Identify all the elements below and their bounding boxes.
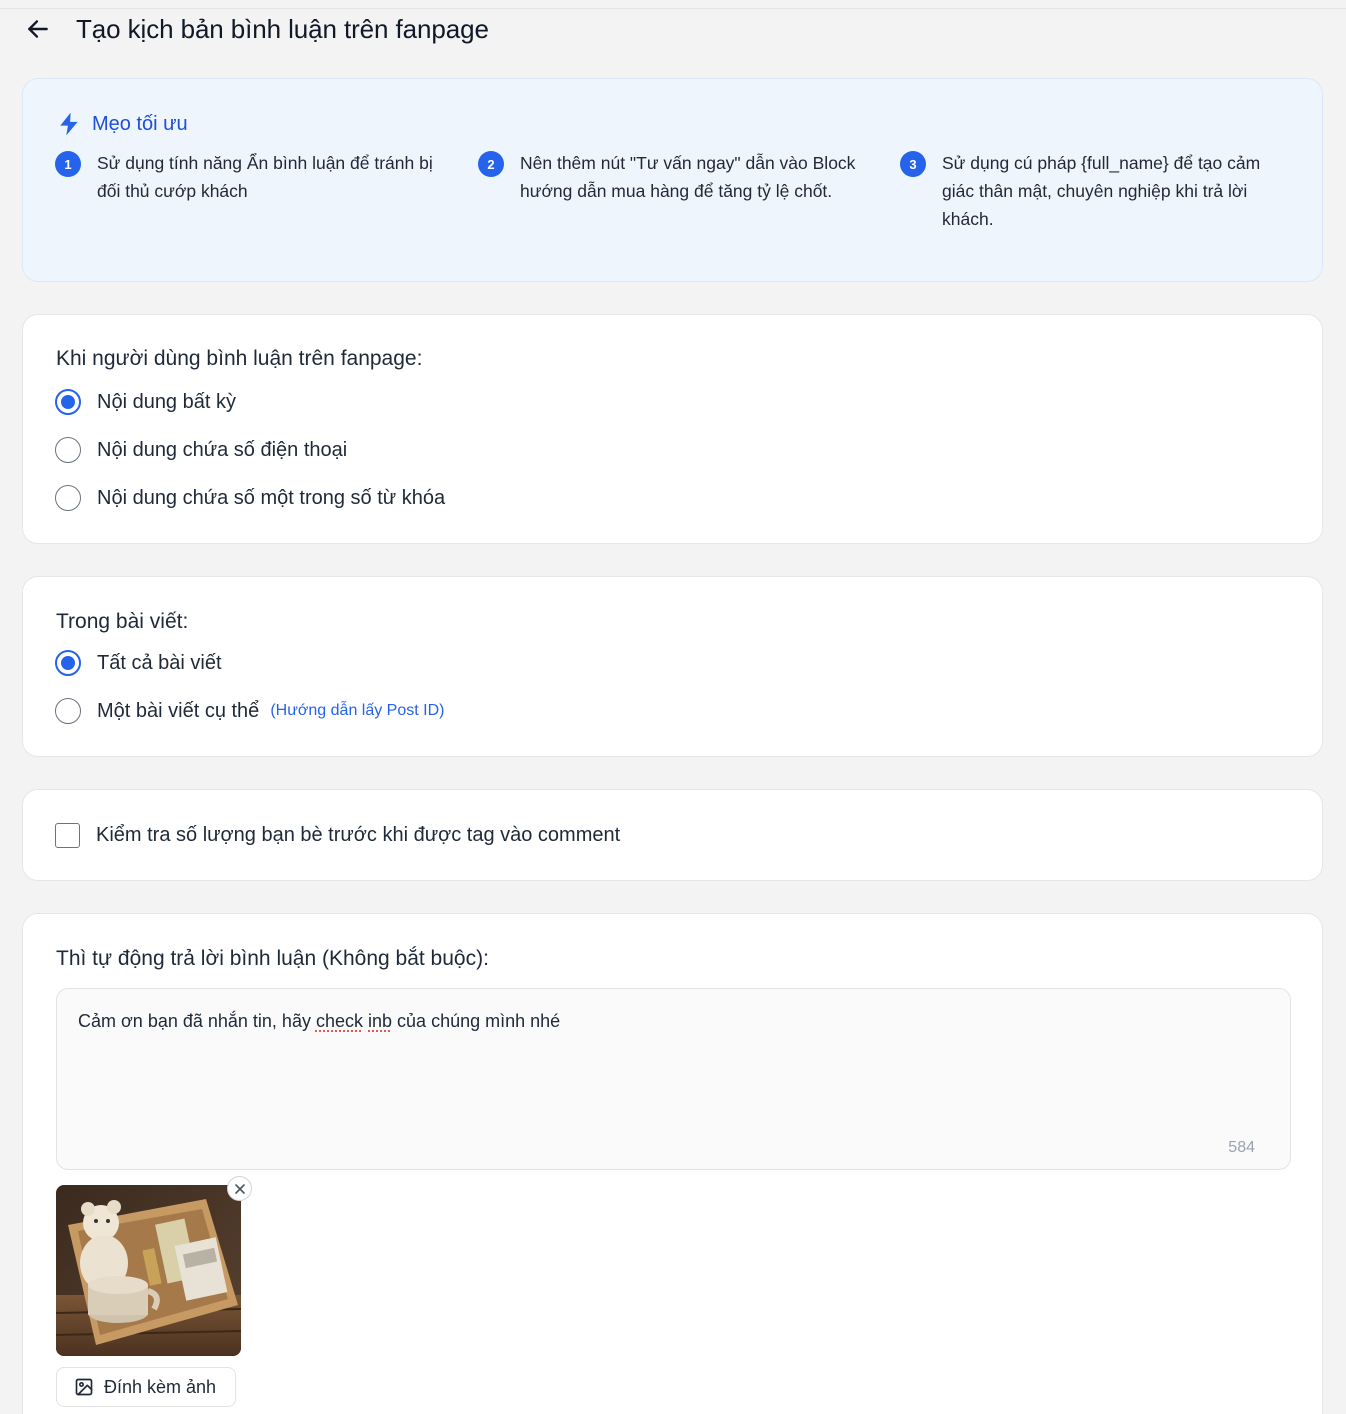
- trigger-option-phone[interactable]: Nội dung chứa số điện thoại: [55, 437, 347, 463]
- misspelled-word: check: [315, 1011, 363, 1031]
- friend-check-checkbox[interactable]: [55, 823, 80, 848]
- attach-image-button[interactable]: Đính kèm ảnh: [56, 1367, 236, 1407]
- posts-option-all[interactable]: Tất cả bài viết: [55, 650, 222, 676]
- misspelled-word: inb: [368, 1011, 393, 1031]
- trigger-option-any[interactable]: Nội dung bất kỳ: [55, 389, 236, 415]
- tip-text: Sử dụng cú pháp {full_name} để tạo cảm g…: [942, 149, 1260, 233]
- tip-text-line: khách.: [942, 209, 994, 229]
- option-label: Nội dung chứa số một trong số từ khóa: [97, 486, 446, 509]
- tips-header: Mẹo tối ưu: [56, 111, 188, 137]
- gift-box-photo: [56, 1185, 241, 1356]
- tip-number-badge: 3: [900, 151, 926, 177]
- tip-text-line: hướng dẫn mua hàng để tăng tỷ lệ chốt.: [520, 181, 833, 201]
- reply-text-part: của chúng mình nhé: [392, 1011, 561, 1031]
- close-icon: [234, 1183, 245, 1194]
- tip-text: Nên thêm nút "Tư vấn ngay" dẫn vào Block…: [520, 149, 855, 205]
- attached-image-thumbnail[interactable]: [56, 1185, 241, 1356]
- remove-image-button[interactable]: [227, 1176, 252, 1201]
- lightning-icon: [60, 112, 78, 136]
- trigger-label: Khi người dùng bình luận trên fanpage:: [56, 347, 423, 370]
- top-divider: [0, 8, 1346, 9]
- tip-text-line: Sử dụng cú pháp {full_name} để tạo cảm: [942, 153, 1261, 173]
- reply-card: Thì tự động trả lời bình luận (Không bắt…: [22, 913, 1323, 1414]
- reply-text: Cảm ơn bạn đã nhắn tin, hãy check inb củ…: [78, 1011, 560, 1032]
- char-count: 584: [1228, 1139, 1255, 1156]
- trigger-card: Khi người dùng bình luận trên fanpage: N…: [22, 314, 1323, 544]
- posts-card: Trong bài viết: Tất cả bài viết Một bài …: [22, 576, 1323, 757]
- reply-text-part: Cảm ơn bạn đã nhắn tin, hãy: [78, 1011, 316, 1031]
- image-icon: [75, 1378, 93, 1396]
- reply-label: Thì tự động trả lời bình luận (Không bắt…: [56, 947, 489, 970]
- radio-button[interactable]: [55, 437, 81, 463]
- posts-label: Trong bài viết:: [56, 610, 189, 633]
- posts-option-specific[interactable]: Một bài viết cụ thể (Hướng dẫn lấy Post …: [55, 698, 444, 724]
- option-label: Nội dung bất kỳ: [97, 390, 236, 413]
- reply-textarea[interactable]: Cảm ơn bạn đã nhắn tin, hãy check inb củ…: [56, 988, 1291, 1170]
- tip-text-line: Sử dụng tính năng Ẩn bình luận để tránh …: [97, 153, 433, 173]
- back-button[interactable]: [22, 13, 54, 45]
- option-label: Một bài viết cụ thể: [97, 699, 260, 722]
- arrow-left-icon: [28, 20, 48, 38]
- post-id-guide-link[interactable]: (Hướng dẫn lấy Post ID): [270, 702, 444, 720]
- tip-text-line: Nên thêm nút "Tư vấn ngay" dẫn vào Block: [520, 153, 856, 173]
- option-label: Kiểm tra số lượng bạn bè trước khi được …: [96, 824, 621, 846]
- trigger-option-keywords[interactable]: Nội dung chứa số một trong số từ khóa: [55, 485, 445, 511]
- radio-button[interactable]: [55, 698, 81, 724]
- tip-item: 1 Sử dụng tính năng Ẩn bình luận để trán…: [55, 151, 433, 205]
- tip-text-line: giác thân mật, chuyên nghiệp khi trả lời: [942, 181, 1248, 201]
- friend-check-card: Kiểm tra số lượng bạn bè trước khi được …: [22, 789, 1323, 881]
- radio-button[interactable]: [55, 485, 81, 511]
- tip-number-badge: 1: [55, 151, 81, 177]
- tip-item: 2 Nên thêm nút "Tư vấn ngay" dẫn vào Blo…: [478, 151, 855, 205]
- tip-number-badge: 2: [478, 151, 504, 177]
- option-label: Tất cả bài viết: [97, 651, 222, 674]
- friend-check-option[interactable]: Kiểm tra số lượng bạn bè trước khi được …: [55, 823, 620, 848]
- tip-item: 3 Sử dụng cú pháp {full_name} để tạo cảm…: [900, 151, 1260, 233]
- tip-text: Sử dụng tính năng Ẩn bình luận để tránh …: [97, 149, 433, 205]
- tip-text-line: đối thủ cướp khách: [97, 181, 248, 201]
- option-label: Nội dung chứa số điện thoại: [97, 438, 348, 461]
- radio-button[interactable]: [55, 650, 81, 676]
- tips-title: Mẹo tối ưu: [92, 112, 188, 135]
- page-title: Tạo kịch bản bình luận trên fanpage: [76, 13, 489, 44]
- page-header: Tạo kịch bản bình luận trên fanpage: [22, 12, 489, 46]
- radio-button[interactable]: [55, 389, 81, 415]
- attach-image-label: Đính kèm ảnh: [104, 1376, 217, 1397]
- tips-card: Mẹo tối ưu 1 Sử dụng tính năng Ẩn bình l…: [22, 78, 1323, 282]
